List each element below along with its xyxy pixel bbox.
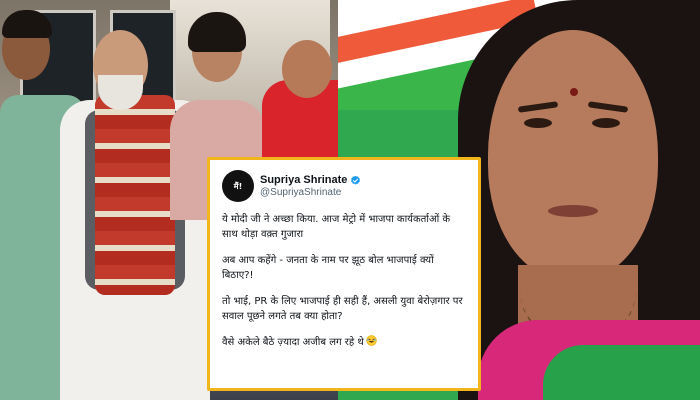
portrait-bindi: [570, 88, 578, 96]
tweet-card: मैं! Supriya Shrinate @SupriyaShrinate य…: [207, 157, 481, 391]
person-right-head: [282, 40, 332, 98]
person-center-scarf: [95, 95, 175, 295]
verified-badge-icon: [351, 175, 361, 185]
portrait-right-eye: [592, 118, 620, 128]
display-name[interactable]: Supriya Shrinate: [260, 174, 347, 187]
tweet-paragraph-last: वैसे अकेले बैठे ज़्यादा अजीब लग रहे थे: [222, 335, 468, 350]
tweet-paragraph: ये मोदी जी ने अच्छा किया. आज मेट्रो में …: [222, 214, 451, 240]
portrait-face: [488, 30, 658, 280]
name-row: Supriya Shrinate: [260, 174, 361, 187]
tweet-text: ये मोदी जी ने अच्छा किया. आज मेट्रो में …: [222, 212, 468, 350]
user-handle[interactable]: @SupriyaShrinate: [260, 187, 361, 199]
tweet-paragraph: अब आप कहेंगे - जनता के नाम पर झूठ बोल भा…: [222, 255, 434, 281]
avatar[interactable]: मैं!: [222, 170, 254, 202]
portrait-lips: [548, 205, 598, 217]
tweet-header: मैं! Supriya Shrinate @SupriyaShrinate: [222, 169, 468, 203]
rolling-on-floor-laughing-icon: [366, 335, 377, 346]
portrait-left-eye: [524, 118, 552, 128]
author-block: Supriya Shrinate @SupriyaShrinate: [260, 174, 361, 198]
portrait-saree-green: [543, 345, 700, 400]
tweet-paragraph-text: वैसे अकेले बैठे ज़्यादा अजीब लग रहे थे: [222, 337, 364, 348]
tweet-paragraph: तो भाई, PR के लिए भाजपाई ही सही हैं, असल…: [222, 296, 463, 322]
